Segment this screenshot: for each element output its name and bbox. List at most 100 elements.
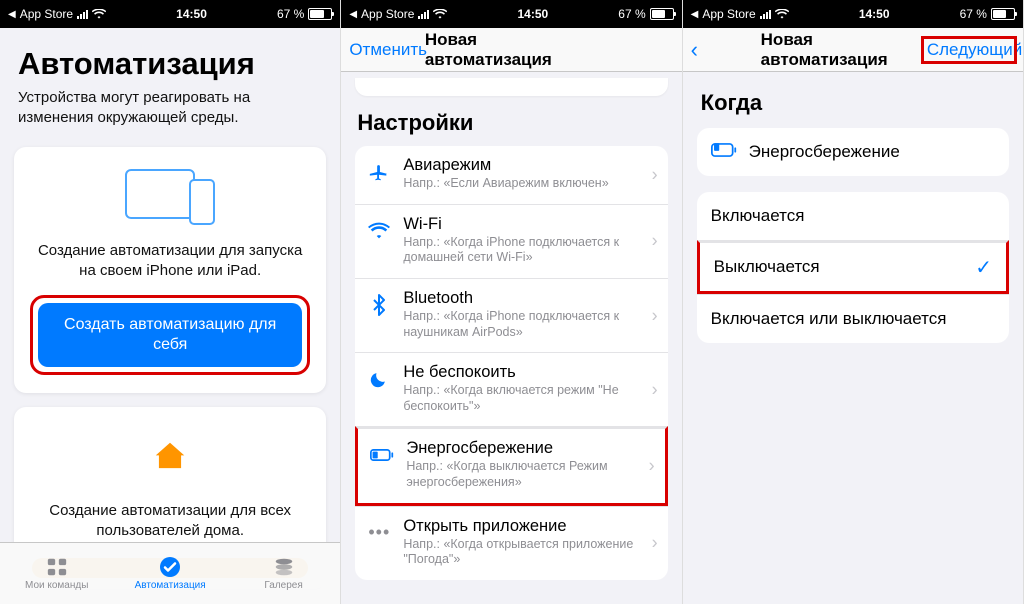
battery-low-icon (711, 142, 737, 162)
bluetooth-icon (365, 291, 393, 319)
trigger-row-wifi[interactable]: Wi-Fi Напр.: «Когда iPhone подключается … (355, 204, 667, 278)
airplane-icon (365, 158, 393, 186)
screen-automation-home: ◀ App Store 14:50 67 % Автоматизация Уст… (0, 0, 341, 604)
page-title: Автоматизация (0, 28, 340, 88)
row-title: Открыть приложение (403, 517, 637, 536)
trigger-row-dnd[interactable]: Не беспокоить Напр.: «Когда включается р… (355, 352, 667, 426)
trigger-summary-list: Энергосбережение (697, 128, 1009, 176)
trigger-row-low-power[interactable]: Энергосбережение Напр.: «Когда выключает… (355, 426, 667, 505)
screen-new-automation-triggers: ◀ App Store 14:50 67 % Отменить Новая ав… (341, 0, 682, 604)
moon-icon (365, 365, 393, 393)
chevron-right-icon: › (649, 456, 655, 477)
page-subtitle: Устройства могут реагировать на изменени… (0, 88, 340, 147)
row-title: Энергосбережение (406, 439, 634, 458)
battery-percentage: 67 % (960, 7, 987, 21)
chevron-right-icon: › (652, 231, 658, 252)
create-personal-automation-button[interactable]: Создать автоматизацию для себя (38, 303, 302, 367)
cellular-signal-icon (760, 9, 771, 19)
status-time: 14:50 (859, 7, 890, 21)
chevron-right-icon: › (652, 379, 658, 400)
row-title: Bluetooth (403, 289, 637, 308)
option-row-off[interactable]: Выключается ✓ (697, 240, 1009, 294)
row-title: Wi-Fi (403, 215, 637, 234)
row-subtitle: Напр.: «Если Авиарежим включен» (403, 176, 637, 192)
back-to-app-caret-icon[interactable]: ◀ (349, 9, 357, 20)
wifi-icon (92, 9, 106, 19)
section-title-when: Когда (683, 72, 1023, 128)
trigger-options-list: Включается Выключается ✓ Включается или … (697, 192, 1009, 343)
status-time: 14:50 (176, 7, 207, 21)
row-title: Не беспокоить (403, 363, 637, 382)
grid-icon (44, 556, 70, 578)
battery-icon (308, 8, 332, 20)
cancel-button[interactable]: Отменить (349, 40, 425, 60)
back-to-app-caret-icon[interactable]: ◀ (8, 9, 16, 20)
content-area: Настройки Авиарежим Напр.: «Если Авиареж… (341, 72, 681, 604)
gallery-stack-icon (271, 556, 297, 578)
section-title-settings: Настройки (341, 96, 681, 146)
row-subtitle: Напр.: «Когда включается режим "Не беспо… (403, 383, 637, 414)
nav-bar: ‹ Новая автоматизация Следующий (683, 28, 1023, 72)
battery-percentage: 67 % (277, 7, 304, 21)
status-bar: ◀ App Store 14:50 67 % (0, 0, 340, 28)
cellular-signal-icon (77, 9, 88, 19)
wifi-icon (433, 9, 447, 19)
option-row-either[interactable]: Включается или выключается (697, 294, 1009, 343)
wifi-icon (775, 9, 789, 19)
chevron-right-icon: › (652, 305, 658, 326)
back-button[interactable]: ‹ (691, 37, 761, 63)
row-subtitle: Напр.: «Когда выключается Режим энергосб… (406, 459, 634, 490)
row-subtitle: Напр.: «Когда открывается приложение "По… (403, 537, 637, 568)
back-to-app-label[interactable]: App Store (361, 7, 414, 21)
trigger-row-bluetooth[interactable]: Bluetooth Напр.: «Когда iPhone подключае… (355, 278, 667, 352)
row-subtitle: Напр.: «Когда iPhone подключается к науш… (403, 309, 637, 340)
back-to-app-label[interactable]: App Store (702, 7, 755, 21)
wifi-icon (365, 217, 393, 245)
trigger-name: Энергосбережение (749, 142, 900, 162)
previous-section-peek (355, 78, 667, 96)
trigger-row-open-app[interactable]: ••• Открыть приложение Напр.: «Когда отк… (355, 506, 667, 580)
card-description: Создание автоматизации для запуска на св… (32, 241, 308, 282)
tab-label: Мои команды (25, 580, 88, 591)
trigger-summary-row: Энергосбережение (697, 128, 1009, 176)
home-icon (151, 438, 189, 476)
trigger-row-airplane[interactable]: Авиарежим Напр.: «Если Авиарежим включен… (355, 146, 667, 204)
status-time: 14:50 (518, 7, 549, 21)
tab-gallery[interactable]: Галерея (227, 543, 340, 604)
tab-label: Галерея (264, 580, 302, 591)
option-row-on[interactable]: Включается (697, 192, 1009, 240)
chevron-left-icon: ‹ (691, 37, 702, 62)
nav-title: Новая автоматизация (425, 30, 604, 70)
option-label: Включается или выключается (711, 309, 947, 329)
next-button[interactable]: Следующий (923, 38, 1015, 62)
cellular-signal-icon (418, 9, 429, 19)
ellipsis-icon: ••• (365, 519, 393, 547)
option-label: Выключается (714, 257, 820, 277)
chevron-right-icon: › (652, 533, 658, 554)
content-area: Автоматизация Устройства могут реагирова… (0, 28, 340, 604)
card-description: Создание автоматизации для всех пользова… (32, 501, 308, 542)
status-bar: ◀ App Store 14:50 67 % (683, 0, 1023, 28)
tab-automation[interactable]: Автоматизация (113, 543, 226, 604)
status-bar: ◀ App Store 14:50 67 % (341, 0, 681, 28)
back-to-app-label[interactable]: App Store (20, 7, 73, 21)
automation-badge-icon (157, 556, 183, 578)
nav-bar: Отменить Новая автоматизация (341, 28, 681, 72)
battery-icon (650, 8, 674, 20)
battery-icon (991, 8, 1015, 20)
personal-automation-card: Создание автоматизации для запуска на св… (14, 147, 326, 394)
row-title: Авиарежим (403, 156, 637, 175)
battery-low-icon (368, 441, 396, 469)
chevron-right-icon: › (652, 164, 658, 185)
back-to-app-caret-icon[interactable]: ◀ (691, 9, 699, 20)
tab-my-shortcuts[interactable]: Мои команды (0, 543, 113, 604)
battery-percentage: 67 % (618, 7, 645, 21)
devices-illustration-icon (125, 169, 215, 225)
option-label: Включается (711, 206, 805, 226)
tab-label: Автоматизация (135, 580, 206, 591)
row-subtitle: Напр.: «Когда iPhone подключается к дома… (403, 235, 637, 266)
content-area: Когда Энергосбережение Включается Выключ… (683, 72, 1023, 604)
screen-trigger-config: ◀ App Store 14:50 67 % ‹ Новая автоматиз… (683, 0, 1024, 604)
triggers-list: Авиарежим Напр.: «Если Авиарежим включен… (355, 146, 667, 580)
tab-bar: Мои команды Автоматизация Галерея (0, 542, 340, 604)
